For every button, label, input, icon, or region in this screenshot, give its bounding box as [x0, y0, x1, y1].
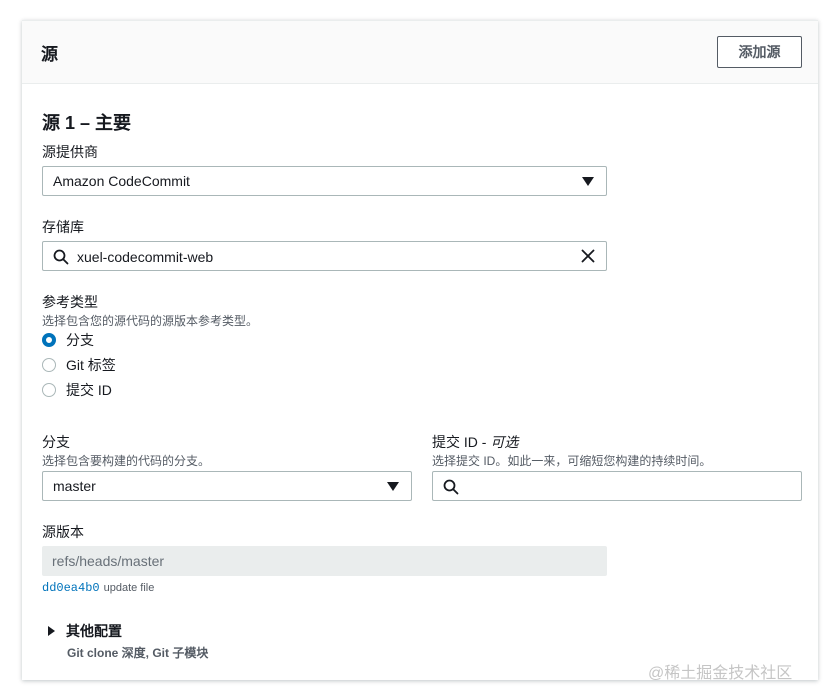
- branch-description: 选择包含要构建的代码的分支。: [42, 454, 211, 468]
- additional-config-expander[interactable]: 其他配置: [48, 621, 122, 641]
- search-icon: [53, 249, 69, 265]
- reference-type-label: 参考类型: [42, 294, 98, 310]
- source-version-value: refs/heads/master: [52, 553, 165, 569]
- provider-label: 源提供商: [42, 144, 98, 160]
- commit-id-search-field[interactable]: [432, 471, 802, 501]
- clear-icon[interactable]: [580, 248, 596, 264]
- radio-unchecked-icon[interactable]: [42, 358, 56, 372]
- commit-hash-link[interactable]: dd0ea4b0: [42, 581, 100, 595]
- search-icon: [443, 479, 459, 495]
- radio-label: 分支: [66, 332, 94, 348]
- reference-type-description: 选择包含您的源代码的源版本参考类型。: [42, 314, 259, 328]
- radio-option-git-tag[interactable]: Git 标签: [42, 355, 116, 375]
- repository-label: 存储库: [42, 219, 84, 235]
- panel-title: 源: [41, 45, 58, 64]
- add-source-button[interactable]: 添加源: [717, 36, 802, 68]
- additional-config-label: 其他配置: [66, 623, 122, 639]
- source-panel: 源 添加源 源 1 – 主要 源提供商 Amazon CodeCommit 存储…: [22, 20, 818, 680]
- additional-config-description: Git clone 深度, Git 子模块: [67, 646, 209, 660]
- commit-message: update file: [103, 582, 155, 594]
- caret-down-icon: [582, 177, 594, 186]
- radio-unchecked-icon[interactable]: [42, 383, 56, 397]
- repository-search-field[interactable]: xuel-codecommit-web: [42, 241, 607, 271]
- commit-id-description: 选择提交 ID。如此一来，可缩短您构建的持续时间。: [432, 454, 712, 468]
- commit-id-label: 提交 ID - 可选: [432, 432, 518, 452]
- branch-label: 分支: [42, 434, 70, 450]
- branch-select[interactable]: master: [42, 471, 412, 501]
- radio-label: 提交 ID: [66, 382, 112, 398]
- radio-option-commit-id[interactable]: 提交 ID: [42, 380, 112, 400]
- source-version-field: refs/heads/master: [42, 546, 607, 576]
- provider-value: Amazon CodeCommit: [53, 173, 190, 189]
- source-version-label: 源版本: [42, 524, 84, 540]
- radio-label: Git 标签: [66, 357, 116, 373]
- provider-select[interactable]: Amazon CodeCommit: [42, 166, 607, 196]
- source-section-title: 源 1 – 主要: [42, 113, 132, 133]
- repository-value: xuel-codecommit-web: [77, 249, 214, 265]
- watermark-text: @稀土掘金技术社区: [648, 665, 793, 682]
- commit-info: dd0ea4b0 update file: [42, 581, 154, 595]
- panel-header: 源 添加源: [22, 21, 818, 84]
- caret-down-icon: [387, 482, 399, 491]
- commit-id-label-text: 提交 ID -: [432, 434, 491, 450]
- optional-tag: 可选: [490, 434, 519, 450]
- radio-checked-icon[interactable]: [42, 333, 56, 347]
- branch-value: master: [53, 478, 96, 494]
- radio-option-branch[interactable]: 分支: [42, 330, 94, 350]
- caret-right-icon: [48, 626, 55, 636]
